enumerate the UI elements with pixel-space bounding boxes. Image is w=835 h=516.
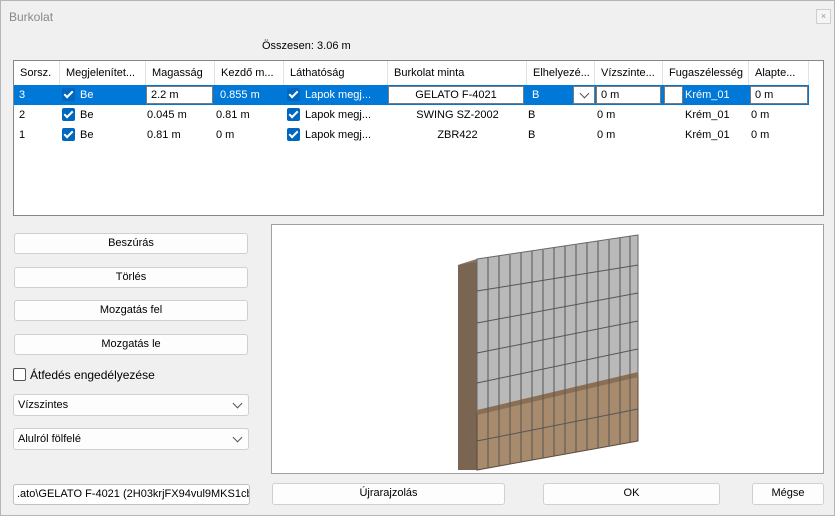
placement-dropdown[interactable] [573,86,595,104]
cell-joint: Krém_01 [685,89,730,101]
cell-visibility: Lapok megj... [305,129,372,141]
cell-joint[interactable]: Krém_01 [680,125,750,145]
visibility-checkbox[interactable] [287,128,300,141]
orientation-select[interactable]: Vízszintes [13,394,249,416]
cell-height[interactable]: 0.81 m [142,125,214,145]
col-header-placement[interactable]: Elhelyezé... [527,61,595,85]
visibility-checkbox[interactable] [287,108,300,121]
cell-pattern[interactable]: SWING SZ-2002 [388,105,527,125]
cell-pattern[interactable]: ZBR422 [388,125,527,145]
cell-base[interactable]: 0 m [746,125,806,145]
height-input[interactable]: 2.2 m [146,86,213,104]
display-checkbox[interactable] [62,128,75,141]
chevron-down-icon [579,88,590,99]
title-bar: Burkolat × [1,1,834,31]
wall-preview [271,224,824,474]
cell-display: Be [80,89,94,101]
horizontal-input[interactable]: 0 m [596,86,661,104]
chevron-down-icon [232,432,243,443]
table-row[interactable]: 2 Be 0.045 m 0.81 m Lapok megj... SWING … [14,105,809,125]
col-header-base[interactable]: Alapte... [749,61,809,85]
table-header: Sorsz. Megjelenítet... Magasság Kezdő m.… [14,61,823,85]
col-header-visibility[interactable]: Láthatóság [284,61,388,85]
direction-value: Alulról fölfelé [18,433,81,445]
cell-visibility: Lapok megj... [305,109,372,121]
overlap-label[interactable]: Átfedés engedélyezése [30,368,155,382]
dialog-window: Burkolat × Összesen: 3.06 m Sorsz. Megje… [0,0,835,516]
direction-select[interactable]: Alulról fölfelé [13,428,249,450]
total-height-label: Összesen: 3.06 m [262,40,351,52]
table-row[interactable]: 3 Be 2.2 m 0.855 m Lapok megj... GELATO … [14,85,809,105]
cell-start[interactable]: 0.855 m [215,85,283,105]
delete-button[interactable]: Törlés [14,267,248,288]
cell-display: Be [80,129,94,141]
cancel-button[interactable]: Mégse [752,483,824,505]
col-header-start[interactable]: Kezdő m... [215,61,284,85]
visibility-checkbox[interactable] [287,88,300,101]
table-row[interactable]: 1 Be 0.81 m 0 m Lapok megj... ZBR422 B 0… [14,125,809,145]
col-header-height[interactable]: Magasság [146,61,215,85]
cell-horizontal[interactable]: 0 m [592,105,660,125]
col-header-horizontal[interactable]: Vízszinte... [595,61,663,85]
wall-side-face [458,259,477,470]
cell-base[interactable]: 0 m [746,105,806,125]
display-checkbox[interactable] [62,108,75,121]
overlap-checkbox[interactable] [13,368,26,381]
cell-placement[interactable]: B [523,105,591,125]
col-header-index[interactable]: Sorsz. [14,61,60,85]
chevron-down-icon [232,398,243,409]
window-title: Burkolat [9,10,54,24]
ok-button[interactable]: OK [543,483,720,505]
cell-horizontal[interactable]: 0 m [592,125,660,145]
cell-index: 3 [19,89,26,101]
cell-placement: B [532,89,540,101]
display-checkbox[interactable] [62,88,75,101]
layer-table: Sorsz. Megjelenítet... Magasság Kezdő m.… [13,60,824,216]
insert-button[interactable]: Beszúrás [14,233,248,254]
move-up-button[interactable]: Mozgatás fel [14,300,248,321]
col-header-pattern[interactable]: Burkolat minta [388,61,527,85]
cell-placement[interactable]: B [523,125,591,145]
cell-index: 2 [19,109,26,121]
move-down-button[interactable]: Mozgatás le [14,334,248,355]
close-button[interactable]: × [816,9,831,24]
col-header-joint[interactable]: Fugaszélesség [663,61,749,85]
cell-joint[interactable]: Krém_01 [680,105,750,125]
cell-start[interactable]: 0 m [211,125,283,145]
redraw-button[interactable]: Újrarajzolás [272,483,505,505]
base-input[interactable]: 0 m [750,86,808,104]
cell-height[interactable]: 0.045 m [142,105,214,125]
wall-3d-preview [458,234,639,471]
cell-start[interactable]: 0.81 m [211,105,283,125]
col-header-display[interactable]: Megjelenítet... [60,61,146,85]
pattern-path-field[interactable]: .ato\GELATO F-4021 (2H03krjFX94vul9MKS1c… [13,484,250,505]
orientation-value: Vízszintes [18,399,69,411]
cell-visibility: Lapok megj... [305,89,372,101]
cell-index: 1 [19,129,26,141]
cell-display: Be [80,109,94,121]
pattern-button[interactable]: GELATO F-4021 [388,86,524,104]
